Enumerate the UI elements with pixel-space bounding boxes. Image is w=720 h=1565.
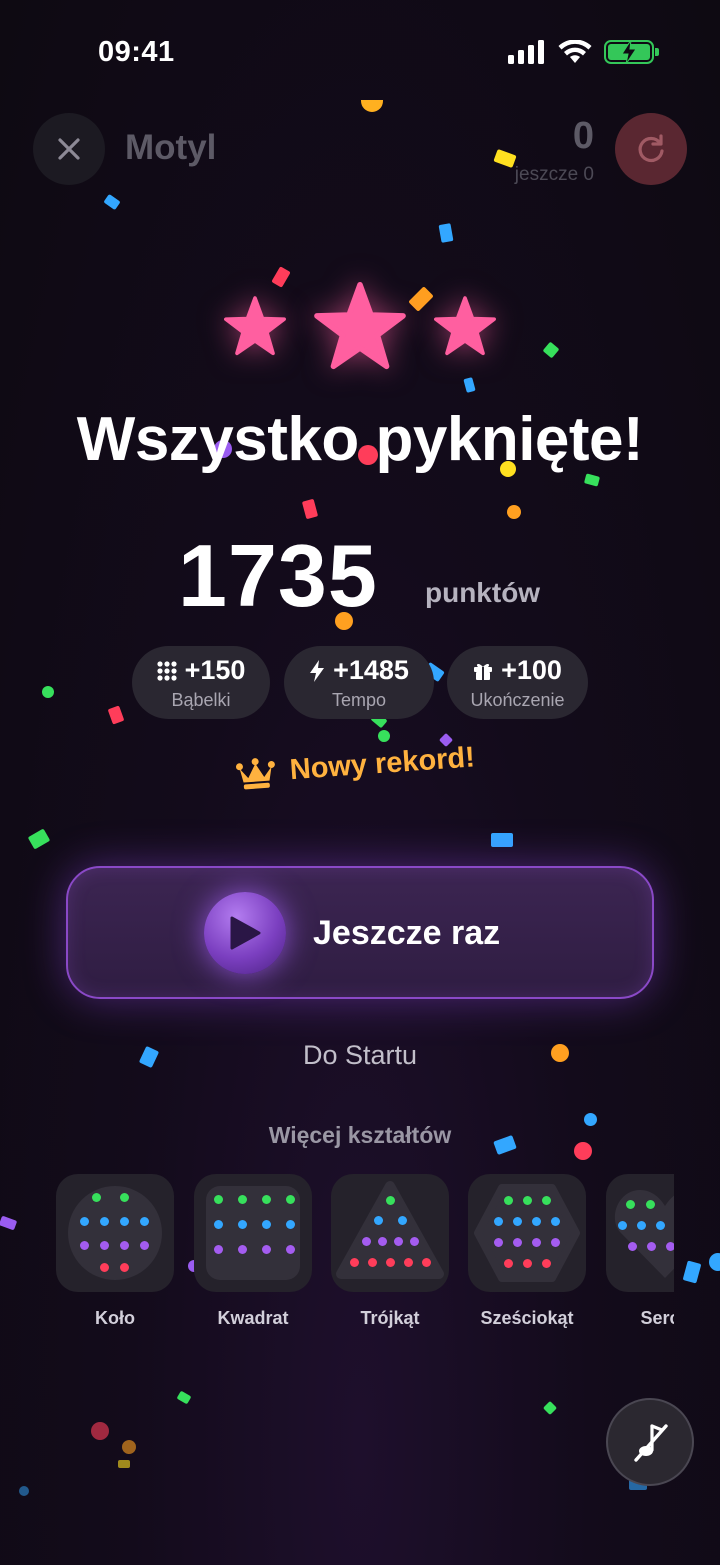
star-icon bbox=[434, 296, 496, 356]
music-muted-icon bbox=[634, 1424, 668, 1462]
bonus-label: Bąbelki bbox=[171, 690, 231, 710]
new-record-text: Nowy rekord! bbox=[288, 741, 476, 787]
status-time: 09:41 bbox=[98, 36, 175, 68]
bonus-value: +150 bbox=[184, 655, 246, 685]
shape-preview-hexagon bbox=[468, 1174, 586, 1292]
restart-icon bbox=[638, 134, 664, 163]
shape-label: Serce bbox=[640, 1308, 674, 1328]
wifi-icon bbox=[558, 40, 592, 63]
bonus-pill-bubbles: +150 Bąbelki bbox=[132, 646, 270, 719]
play-icon bbox=[230, 916, 261, 950]
gift-icon bbox=[474, 663, 493, 680]
bonus-pill-tempo: +1485 Tempo bbox=[284, 646, 434, 719]
shape-card-heart[interactable]: Serce bbox=[606, 1174, 674, 1329]
result-headline: Wszystko pyknięte! bbox=[76, 405, 644, 474]
play-again-button[interactable]: Jeszcze raz bbox=[66, 866, 654, 999]
score-block: 1735 punktów bbox=[0, 525, 720, 625]
shapes-carousel[interactable]: Koło Kwadrat Trójkąt Sześciokąt Ser bbox=[56, 1174, 674, 1334]
play-orb bbox=[204, 892, 286, 974]
moves-remaining-label: jeszcze 0 bbox=[514, 164, 594, 185]
bonus-pill-completion: +100 Ukończenie bbox=[447, 646, 588, 719]
bonus-value: +1485 bbox=[333, 655, 409, 685]
restart-button[interactable] bbox=[615, 113, 687, 185]
battery-icon bbox=[604, 40, 659, 64]
moves-count: 0 bbox=[572, 115, 594, 157]
shape-card-square[interactable]: Kwadrat bbox=[194, 1174, 312, 1329]
shape-preview-circle bbox=[56, 1174, 174, 1292]
close-icon bbox=[58, 138, 80, 160]
lightning-icon bbox=[310, 659, 325, 682]
shape-preview-heart bbox=[606, 1174, 674, 1292]
close-button[interactable] bbox=[33, 113, 105, 185]
star-icon bbox=[224, 296, 286, 356]
stars-rating bbox=[0, 280, 720, 370]
play-again-label: Jeszcze raz bbox=[313, 914, 501, 952]
grid-dots-icon bbox=[156, 660, 177, 681]
shape-label: Kwadrat bbox=[217, 1308, 289, 1328]
shape-label: Sześciokąt bbox=[480, 1308, 574, 1328]
crown-icon bbox=[235, 757, 275, 789]
status-icons bbox=[508, 40, 659, 64]
shape-label: Koło bbox=[95, 1308, 135, 1328]
score-value: 1735 bbox=[178, 526, 378, 625]
back-to-start-link[interactable]: Do Startu bbox=[0, 1040, 720, 1071]
more-shapes-title: Więcej kształtów bbox=[268, 1122, 452, 1148]
shape-card-circle[interactable]: Koło bbox=[56, 1174, 174, 1329]
shape-preview-square bbox=[194, 1174, 312, 1292]
shape-preview-triangle bbox=[331, 1174, 449, 1292]
cellular-signal-icon bbox=[508, 40, 544, 64]
bonus-label: Ukończenie bbox=[470, 690, 565, 710]
shape-card-hexagon[interactable]: Sześciokąt bbox=[468, 1174, 586, 1329]
level-title: Motyl bbox=[125, 128, 217, 167]
bonus-value: +100 bbox=[501, 655, 562, 685]
shape-label: Trójkąt bbox=[360, 1308, 420, 1328]
shape-card-triangle[interactable]: Trójkąt bbox=[331, 1174, 449, 1329]
result-screen: 09:41 Motyl 0 jeszcze 0 Wszystko pyknięt… bbox=[0, 0, 720, 1565]
score-unit: punktów bbox=[425, 577, 541, 608]
sound-toggle-button[interactable] bbox=[606, 1398, 694, 1486]
star-icon bbox=[314, 282, 406, 370]
new-record-badge: Nowy rekord! bbox=[235, 741, 476, 791]
bonus-label: Tempo bbox=[331, 690, 387, 710]
